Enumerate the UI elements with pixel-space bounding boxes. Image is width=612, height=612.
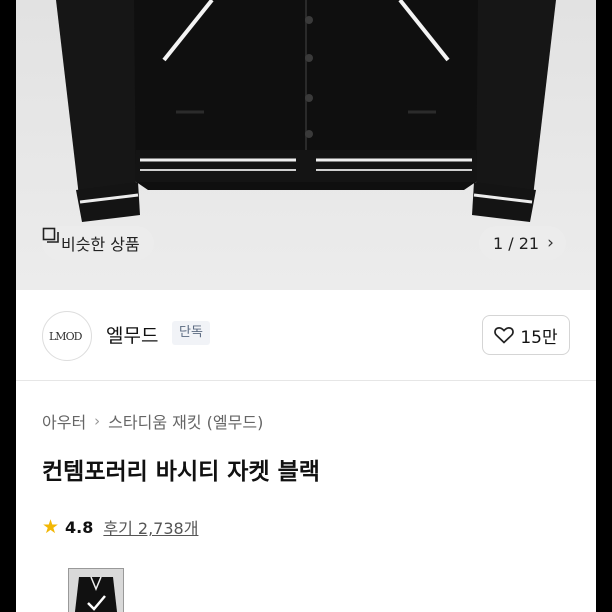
similar-items-button[interactable]: 비슷한 상품 [42,226,154,260]
reviews-link[interactable]: 후기 2,738개 [103,515,198,539]
star-icon: ★ [42,516,60,538]
like-button[interactable]: 15만 [482,315,570,355]
breadcrumb-item-stadium-jacket[interactable]: 스타디움 재킷 (엘무드) [108,409,263,433]
brand-name[interactable]: 엘무드 [106,321,158,348]
similar-items-label: 비슷한 상품 [61,235,140,254]
breadcrumb: 아우터 › 스타디움 재킷 (엘무드) [42,409,263,433]
brand-logo[interactable]: LMOD [42,311,92,361]
chevron-right-icon: › [94,412,101,430]
chevron-right-icon: › [547,233,554,253]
like-count: 15만 [520,327,558,348]
brand-row: LMOD 엘무드 단독 15만 [16,292,596,381]
exclusive-badge: 단독 [172,321,210,345]
image-counter-button[interactable]: 1 / 21 › [479,226,566,260]
product-title: 컨템포러리 바시티 자켓 블랙 [42,459,320,485]
image-counter: 1 / 21 [493,233,540,253]
svg-text:LMOD: LMOD [49,330,83,343]
product-image-carousel[interactable]: 비슷한 상품 1 / 21 › [16,0,596,290]
brand-logo-mark: LMOD [49,330,84,343]
thumbnail-image [74,576,118,612]
rating-row: ★ 4.8 후기 2,738개 [42,515,198,539]
rating-score: 4.8 [65,517,94,537]
breadcrumb-item-outer[interactable]: 아우터 [42,409,86,433]
product-page: 비슷한 상품 1 / 21 › LMOD 엘무드 단독 15만 아우터 › 스타… [16,0,596,612]
heart-icon [494,326,515,344]
color-option-thumbnail[interactable] [68,568,124,612]
